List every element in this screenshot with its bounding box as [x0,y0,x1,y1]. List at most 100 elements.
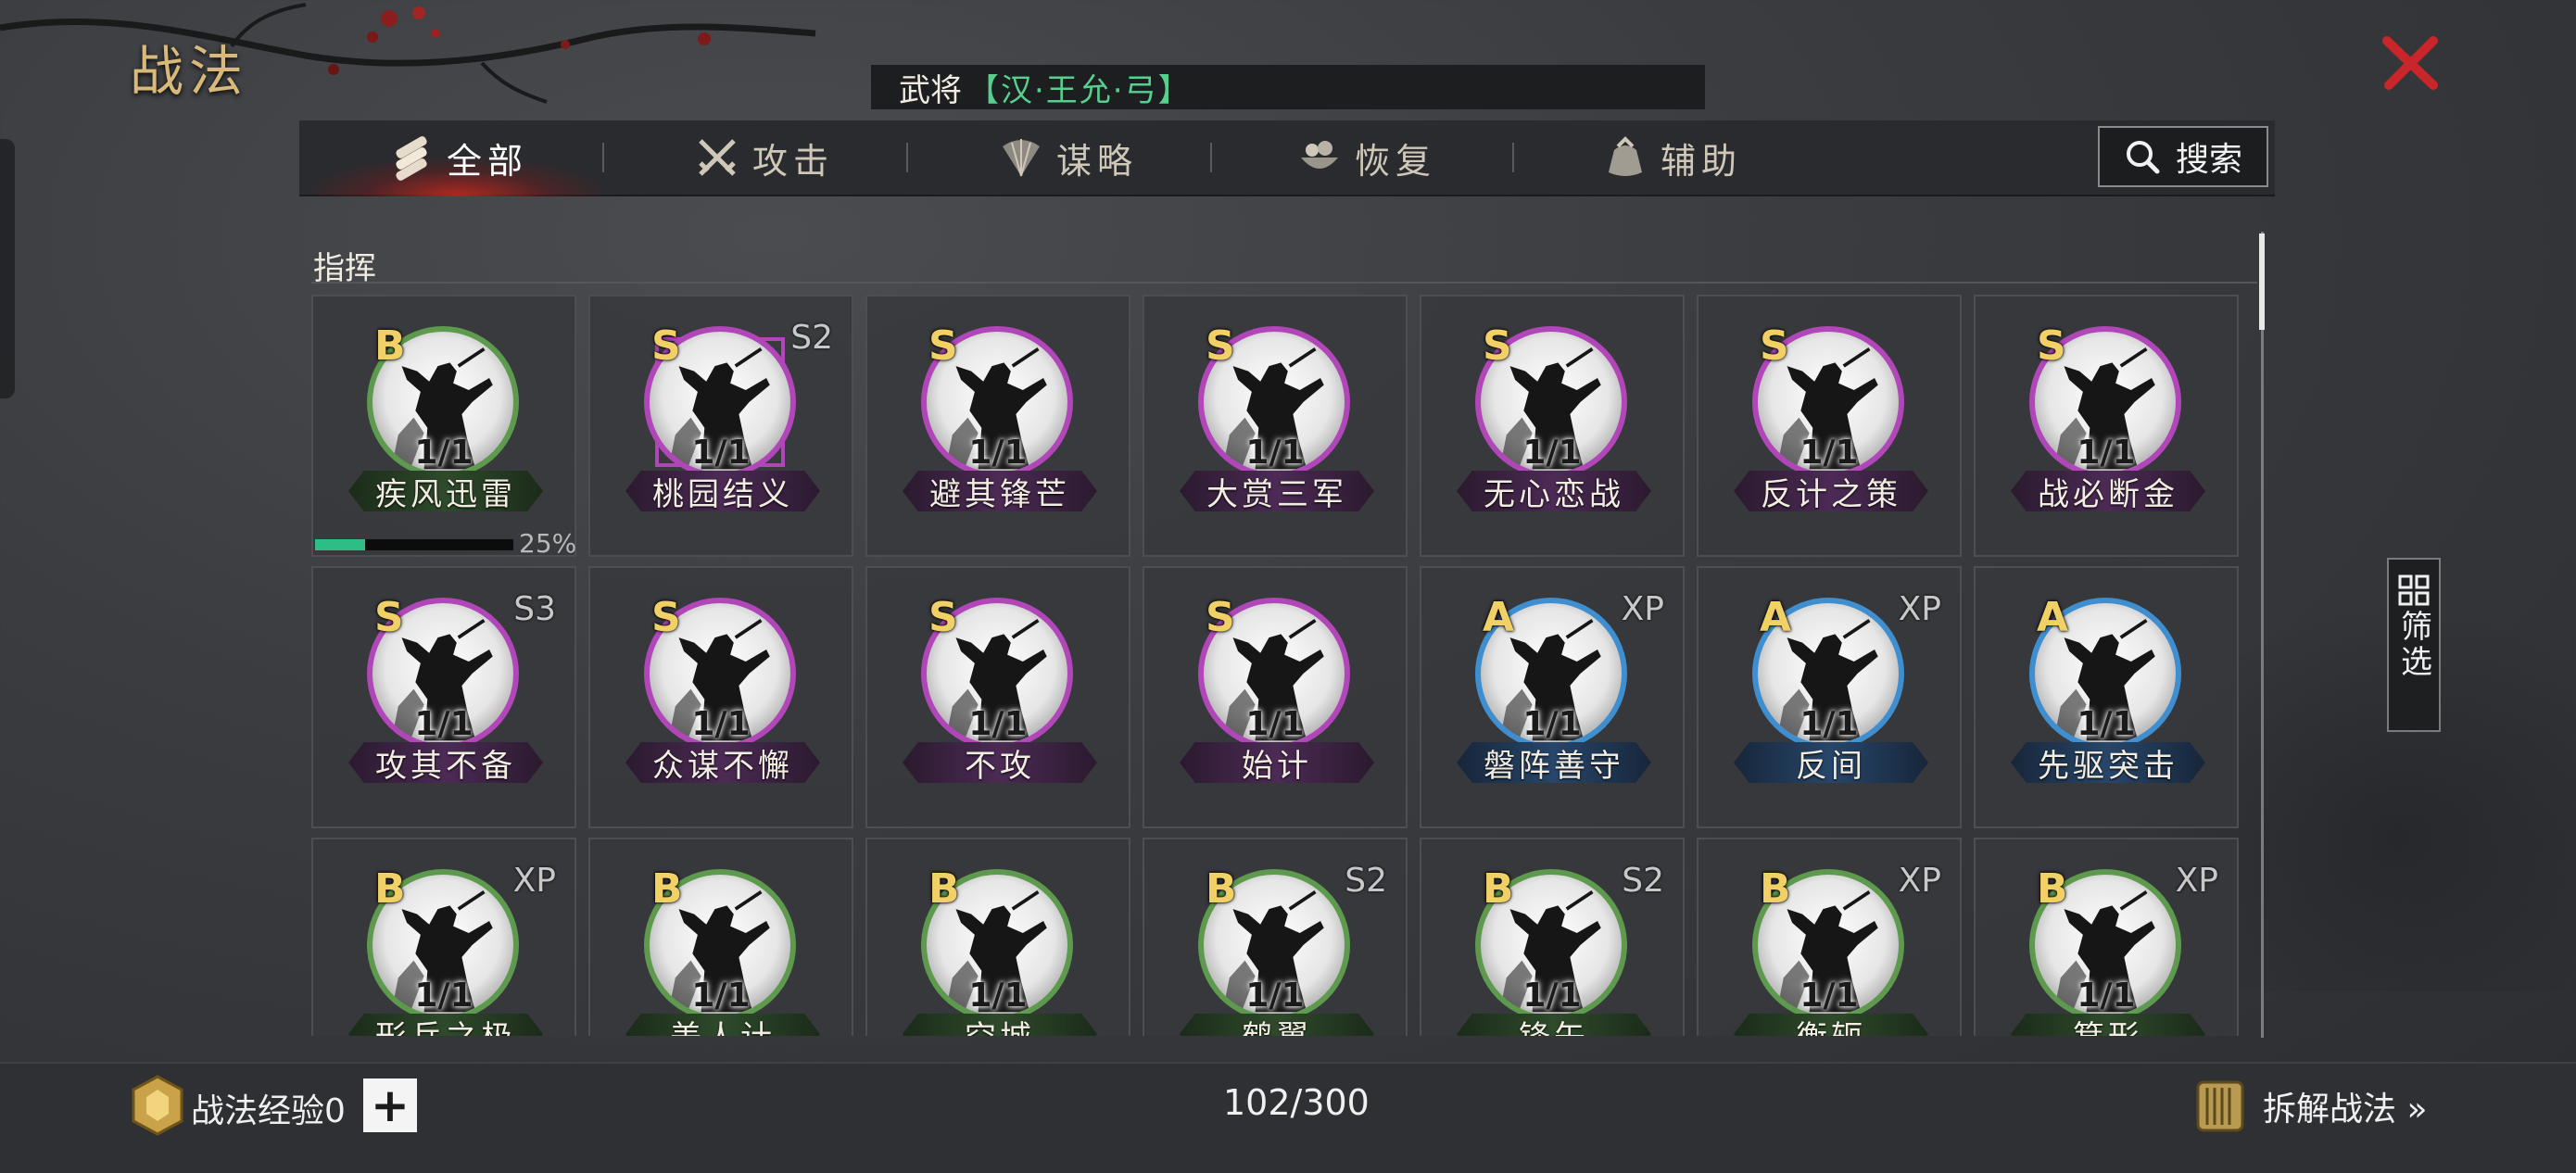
tactic-card[interactable]: B 1/1美人计 [588,838,853,1036]
tab-attack[interactable]: 攻击 [693,120,834,195]
tactic-card[interactable]: S S3 1/1 攻其不备 [311,566,576,828]
tactic-level: 1/1 [968,977,1028,1015]
tactic-level: 1/1 [1522,705,1582,743]
scrollbar-track[interactable] [2261,232,2264,1038]
tactic-card[interactable]: B XP 1/1形兵之极 [311,838,576,1036]
tactic-card[interactable]: S 1/1 战必断金 [1974,295,2239,557]
tactic-name: 避其锋芒 [903,471,1097,511]
tab-strategy[interactable]: 谋略 [997,120,1138,195]
search-icon [2126,141,2160,174]
tactic-grade: S [1760,322,1789,370]
tactic-card[interactable]: B S2 1/1锋矢 [1420,838,1685,1036]
tactic-grade: B [374,322,406,370]
tactic-grade: S [1206,322,1235,370]
tab-divider [1210,143,1212,172]
tactic-name: 始计 [1180,742,1374,783]
tactic-grade: B [1483,865,1514,913]
tactic-name: 无心恋战 [1457,471,1651,511]
tactic-grade: S [374,594,404,641]
tactic-card[interactable]: S S2 1/1 桃园结义 [588,295,853,557]
tactic-card[interactable]: B 1/1 疾风迅雷 25% [311,295,576,559]
tactic-season: S2 [790,319,833,357]
tab-all[interactable]: 全部 [387,120,528,195]
add-exp-button[interactable]: + [363,1078,417,1132]
tab-support[interactable]: 辅助 [1601,120,1742,195]
tactic-grade: A [1760,594,1792,641]
tactic-grade: S [651,322,681,370]
tactic-name: 战必断金 [2011,471,2205,511]
tactic-level: 1/1 [691,434,751,472]
plum-branch-decoration [0,3,816,104]
tactic-level: 1/1 [1522,434,1582,472]
scroll-bundle-icon [396,136,427,181]
tactic-grade: B [928,865,960,913]
tactic-name: 疾风迅雷 [348,471,543,511]
tactic-season: XP [1898,862,1941,900]
search-label: 搜索 [2175,141,2242,179]
tactic-name: 不攻 [903,742,1097,783]
tactic-card[interactable]: A 1/1 先驱突击 [1974,566,2239,828]
tactic-season: S2 [1345,862,1387,900]
side-edge-handle [0,139,15,398]
tactic-card[interactable]: S 1/1 反计之策 [1697,295,1962,557]
tab-recover[interactable]: 恢复 [1295,120,1436,195]
tactic-level: 1/1 [414,977,474,1015]
tactic-card[interactable]: B 1/1空城 [865,838,1130,1036]
tab-attack-label: 攻击 [752,140,835,182]
tactic-grade: B [1760,865,1791,913]
tactic-season: XP [512,862,556,900]
pouch-icon [1609,136,1642,176]
tactic-level: 1/1 [1245,705,1305,743]
filter-button[interactable]: 筛选 [2387,558,2441,732]
tactic-name: 先驱突击 [2011,742,2205,783]
tactic-grade: A [2037,594,2069,641]
tactic-grade: S [928,322,958,370]
tactic-card[interactable]: B XP 1/1衡轭 [1697,838,1962,1036]
disassemble-icon [2196,1080,2244,1132]
tactic-count: 102/300 [1223,1082,1370,1123]
tactic-level: 1/1 [414,705,474,743]
tactic-exp-label: 战法经验0 [191,1092,346,1130]
tactic-name: 攻其不备 [348,742,543,783]
tactic-grade: B [2037,865,2068,913]
tactic-card[interactable]: B S2 1/1鹤翼 [1143,838,1408,1036]
tactic-progress-bar [315,539,513,550]
disassemble-label: 拆解战法 » [2263,1091,2428,1129]
scrollbar-thumb[interactable] [2259,233,2265,330]
tactic-name: 反计之策 [1734,471,1928,511]
herb-bowl-icon [1301,141,1338,169]
tactic-card[interactable]: S 1/1 不攻 [865,566,1130,828]
tactic-name: 空城 [903,1014,1097,1036]
close-icon[interactable] [2378,32,2443,96]
tactic-card[interactable]: S 1/1 大赏三军 [1143,295,1408,557]
tactic-level: 1/1 [2077,977,2136,1015]
tactic-level: 1/1 [1799,434,1859,472]
tactic-name: 磐阵善守 [1457,742,1651,783]
tab-recover-label: 恢复 [1355,140,1437,182]
tactic-card[interactable]: S 1/1 始计 [1143,566,1408,828]
tactic-season: S2 [1622,862,1664,900]
tactic-name: 衡轭 [1734,1014,1928,1036]
tactic-progress-fill [315,539,365,550]
tab-divider [906,143,908,172]
tactic-grade: S [1206,594,1235,641]
tactic-name: 反间 [1734,742,1928,783]
tactic-card[interactable]: S 1/1 避其锋芒 [865,295,1130,557]
tactic-card[interactable]: A XP 1/1 磐阵善守 [1420,566,1685,828]
crossed-swords-icon [699,139,736,176]
tactic-grade: S [928,594,958,641]
tactic-card[interactable]: S 1/1 众谋不懈 [588,566,853,828]
tab-support-label: 辅助 [1661,140,1743,182]
tactic-card[interactable]: S 1/1 无心恋战 [1420,295,1685,557]
search-button[interactable]: 搜索 [2098,126,2268,187]
tactics-grid: B 1/1 疾风迅雷 25% S S2 1/1 桃园结义 S 1/1 避其锋芒 S 1/1 大赏三军 S 1/… [311,295,2248,1036]
tactic-card[interactable]: B XP 1/1箕形 [1974,838,2239,1036]
tactic-name: 形兵之极 [348,1014,543,1036]
tactic-level: 1/1 [691,977,751,1015]
disassemble-button[interactable]: 拆解战法 » [2191,1075,2427,1138]
tactic-card[interactable]: A XP 1/1 反间 [1697,566,1962,828]
filter-label: 筛选 [2394,610,2432,680]
grid-filter-icon [2398,574,2430,606]
tactic-name: 锋矢 [1457,1014,1651,1036]
page-title: 战法 [130,40,249,103]
